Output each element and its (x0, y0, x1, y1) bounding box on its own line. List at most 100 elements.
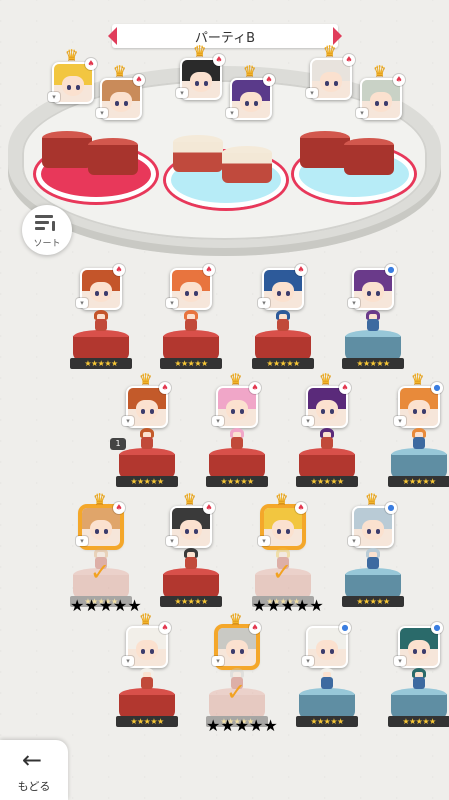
water-element-icon: ● (385, 502, 397, 514)
character-sprite (410, 668, 428, 692)
sub-slot-icon: ▾ (258, 298, 270, 308)
portrait-face (272, 520, 294, 540)
sub-slot-icon: ▾ (356, 108, 368, 118)
crown-icon: ♛ (193, 42, 207, 60)
sub-slot-icon: ▾ (212, 656, 224, 666)
portrait-eye (384, 101, 388, 106)
roster-pedestal-4[interactable]: ★★★★★ (116, 428, 178, 488)
portrait-eye (76, 85, 80, 90)
crown-icon: ♛ (411, 370, 425, 388)
portrait-face (90, 520, 112, 540)
party-slot-3-pedestal (300, 131, 350, 171)
fire-element-icon: ♠ (203, 264, 215, 276)
portrait-eye (141, 649, 145, 654)
roster-pedestal-11[interactable]: ★★★★★ (342, 548, 404, 608)
sub-slot-icon: ▾ (348, 536, 360, 546)
character-sprite (410, 428, 428, 452)
portrait-eye (330, 409, 334, 414)
sub-slot-icon: ▾ (302, 656, 314, 666)
portrait-face (408, 640, 430, 660)
sub-slot-icon: ▾ (122, 416, 134, 426)
portrait-face (136, 640, 158, 660)
roster-pedestal-7[interactable]: ★★★★★ (388, 428, 449, 488)
prev-party-arrow-icon[interactable] (108, 27, 117, 45)
roster-pedestal-5[interactable]: ★★★★★ (206, 428, 268, 488)
star-rating: ★★★★★ (116, 716, 178, 727)
party-slot-2-pedestal (173, 135, 223, 175)
crown-icon: ♛ (275, 490, 289, 508)
sprite-body (321, 677, 333, 689)
portrait-face (226, 640, 248, 660)
water-element-icon: ● (339, 622, 351, 634)
fire-element-icon: ♠ (249, 622, 261, 634)
roster-pedestal-6[interactable]: ★★★★★ (296, 428, 358, 488)
back-button[interactable]: ← もどる (0, 740, 68, 800)
sprite-body (413, 437, 425, 449)
roster-pedestal-14[interactable]: ★★★★★ (296, 668, 358, 728)
selected-check-icon: ✓ (226, 678, 247, 706)
roster-pedestal-0[interactable]: ★★★★★ (70, 310, 132, 370)
sprite-body (141, 437, 153, 449)
star-rating: ★★★★★ (342, 358, 404, 369)
selected-check-icon: ✓ (90, 558, 111, 586)
portrait-eye (240, 409, 244, 414)
sub-slot-icon: ▾ (226, 108, 238, 118)
fire-element-icon: ♠ (85, 58, 97, 70)
portrait-eye (104, 529, 108, 534)
star-rating: ★★★★★ (160, 358, 222, 369)
character-sprite (318, 668, 336, 692)
portrait-eye (124, 101, 128, 106)
star-rating: ★★★★★ (70, 358, 132, 369)
portrait-eye (95, 291, 99, 296)
sort-button[interactable]: ソート (22, 205, 72, 255)
fire-element-icon: ♠ (133, 74, 145, 86)
star-rating: ★★★★★ (206, 476, 268, 487)
selected-check-icon: ✓ (272, 558, 293, 586)
star-rating: ★★★★★ (296, 476, 358, 487)
portrait-eye (286, 529, 290, 534)
sprite-body (95, 319, 107, 331)
portrait-face (180, 282, 202, 302)
sub-slot-icon: ▾ (348, 298, 360, 308)
portrait-eye (277, 291, 281, 296)
portrait-eye (330, 649, 334, 654)
sub-slot-icon: ▾ (166, 298, 178, 308)
character-sprite (92, 310, 110, 334)
portrait-face (408, 400, 430, 420)
water-element-icon: ● (385, 264, 397, 276)
portrait-eye (413, 409, 417, 414)
sprite-body (367, 319, 379, 331)
sub-slot-icon: ▾ (394, 656, 406, 666)
portrait-face (370, 92, 392, 112)
roster-pedestal-2[interactable]: ★★★★★ (252, 310, 314, 370)
roster-pedestal-3[interactable]: ★★★★★ (342, 310, 404, 370)
crown-icon: ♛ (139, 370, 153, 388)
sub-slot-icon: ▾ (394, 416, 406, 426)
portrait-eye (413, 649, 417, 654)
fire-element-icon: ♠ (113, 502, 125, 514)
portrait-eye (254, 101, 258, 106)
roster-pedestal-15[interactable]: ★★★★★ (388, 668, 449, 728)
star-rating: ★★★★★ (252, 358, 314, 369)
portrait-eye (325, 81, 329, 86)
fire-element-icon: ♠ (295, 264, 307, 276)
star-rating: ★★★★★ (70, 596, 142, 615)
sprite-body (413, 677, 425, 689)
sub-slot-icon: ▾ (306, 88, 318, 98)
crown-icon: ♛ (373, 62, 387, 80)
back-button-label: もどる (17, 780, 51, 793)
portrait-eye (95, 529, 99, 534)
star-rating: ★★★★★ (296, 716, 358, 727)
sprite-body (277, 319, 289, 331)
sub-slot-icon: ▾ (166, 536, 178, 546)
star-rating: ★★★★★ (342, 596, 404, 607)
roster-pedestal-9[interactable]: ★★★★★ (160, 548, 222, 608)
character-sprite (318, 428, 336, 452)
party-title-banner[interactable]: パーティB (108, 24, 342, 48)
roster-pedestal-12[interactable]: ★★★★★ (116, 668, 178, 728)
fire-element-icon: ♠ (213, 54, 225, 66)
portrait-eye (67, 85, 71, 90)
portrait-eye (150, 409, 154, 414)
roster-pedestal-1[interactable]: ★★★★★ (160, 310, 222, 370)
star-rating: ★★★★★ (252, 596, 324, 615)
